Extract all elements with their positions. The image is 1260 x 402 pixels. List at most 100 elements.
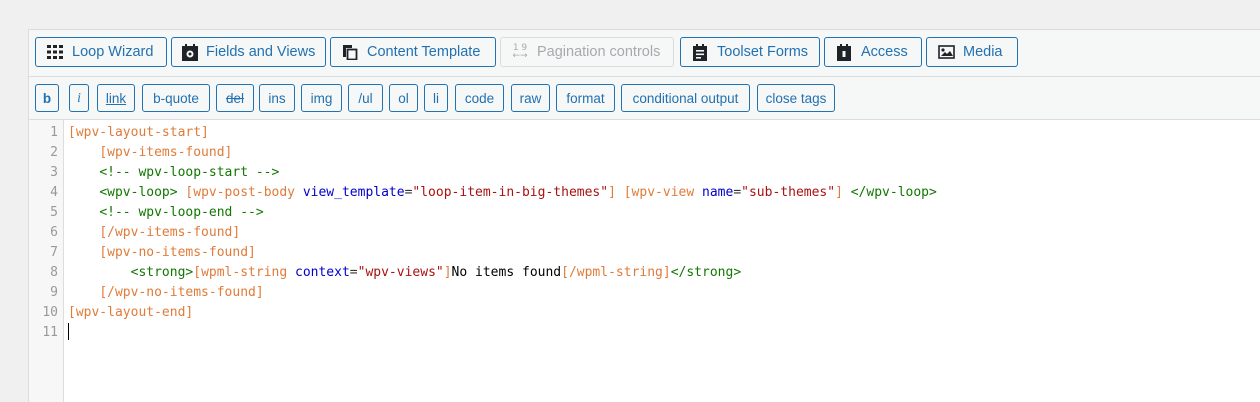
quicktag-code-button[interactable]: code [455, 84, 504, 112]
quicktag-raw-button[interactable]: raw [511, 84, 550, 112]
code-token: ] [608, 185, 616, 200]
toolset-forms-label: Toolset Forms [717, 44, 809, 60]
line-number: 9 [50, 285, 58, 300]
toolset-icon [182, 43, 198, 61]
forms-icon [691, 43, 709, 61]
code-token: <!-- wpv-loop-start --> [99, 165, 280, 180]
line-number: 3 [50, 165, 58, 180]
quicktag-format-button[interactable]: format [556, 84, 615, 112]
code-token: = [349, 265, 358, 280]
quicktags-toolbar: b i link b-quote del ins img /ul ol li c… [29, 77, 1260, 120]
media-label: Media [963, 44, 1003, 60]
code-token: = [733, 185, 742, 200]
code-token: [/wpv-no-items-found] [99, 285, 264, 300]
code-token: "wpv-views" [357, 265, 444, 280]
access-button[interactable]: Access [824, 37, 922, 67]
code-token: </wpv-loop> [850, 185, 937, 200]
page: Loop Wizard Fields and Views Content Tem… [0, 0, 1260, 402]
line-number: 8 [50, 265, 58, 280]
code-line: [wpv-layout-end] [68, 303, 193, 323]
code-token: "sub-themes" [741, 185, 836, 200]
grid-icon [46, 43, 64, 61]
code-token: [wpv-layout-end] [68, 305, 194, 320]
code-token: [wpv-no-items-found] [99, 245, 256, 260]
media-button[interactable]: Media [926, 37, 1018, 67]
lock-icon [835, 43, 853, 61]
line-number: 1 [50, 125, 58, 140]
access-label: Access [861, 44, 908, 60]
copy-icon [341, 43, 359, 61]
quicktag-del-button[interactable]: del [216, 84, 254, 112]
line-number: 7 [50, 245, 58, 260]
code-token: [wpv-layout-start] [68, 125, 209, 140]
code-line: [wpv-items-found] [68, 143, 232, 163]
loop-wizard-button[interactable]: Loop Wizard [35, 37, 167, 67]
code-line: [/wpv-no-items-found] [68, 283, 264, 303]
text-cursor [68, 323, 69, 340]
code-token: </strong> [670, 265, 742, 280]
code-token: [wpv-items-found] [99, 145, 233, 160]
quicktag-close-tags-button[interactable]: close tags [757, 84, 835, 112]
code-editor[interactable]: 1 2 3 4 5 6 7 8 9 10 11 [wpv-layout-start] [wpv-it… [29, 120, 1260, 402]
pagination-controls-button[interactable]: 1 9 ←→ Pagination controls [500, 37, 674, 67]
loop-wizard-label: Loop Wizard [72, 44, 154, 60]
line-number: 10 [42, 305, 58, 320]
code-line: <!-- wpv-loop-end --> [68, 203, 264, 223]
fields-and-views-button[interactable]: Fields and Views [171, 37, 326, 67]
editor-main-toolbar: Loop Wizard Fields and Views Content Tem… [29, 30, 1260, 77]
quicktag-img-button[interactable]: img [301, 84, 342, 112]
quicktag-conditional-output-button[interactable]: conditional output [621, 84, 750, 112]
line-number: 4 [50, 185, 58, 200]
line-number: 6 [50, 225, 58, 240]
quicktag-bquote-button[interactable]: b-quote [142, 84, 210, 112]
line-number: 11 [42, 325, 58, 340]
quicktag-ol-button[interactable]: ol [389, 84, 418, 112]
code-token: <!-- wpv-loop-end --> [99, 205, 264, 220]
code-token: ] [835, 185, 843, 200]
code-token: [wpv-view [623, 185, 695, 200]
code-line: <wpv-loop> [wpv-post-body view_template =… [68, 183, 937, 203]
image-icon [937, 43, 955, 61]
code-token: <wpv-loop> [99, 185, 178, 200]
line-number: 2 [50, 145, 58, 160]
content-template-label: Content Template [367, 44, 481, 60]
code-line: <!-- wpv-loop-start --> [68, 163, 279, 183]
code-token: ] [443, 265, 452, 280]
code-token: name [702, 185, 734, 200]
code-token: context [295, 265, 350, 280]
pagination-controls-label: Pagination controls [537, 44, 661, 60]
fields-and-views-label: Fields and Views [206, 44, 316, 60]
content-template-button[interactable]: Content Template [330, 37, 496, 67]
quicktag-ul-button[interactable]: /ul [348, 84, 383, 112]
code-token: view_template [302, 185, 405, 200]
code-token: [wpv-post-body [185, 185, 295, 200]
quicktag-italic-button[interactable]: i [69, 84, 89, 112]
code-token: [wpml-string [193, 265, 288, 280]
line-number-gutter: 1 2 3 4 5 6 7 8 9 10 11 [29, 120, 64, 402]
quicktag-ins-button[interactable]: ins [259, 84, 295, 112]
quicktag-bold-button[interactable]: b [35, 84, 59, 112]
pagination-icon: 1 9 ←→ [512, 43, 528, 61]
code-line: [wpv-layout-start] [68, 123, 209, 143]
code-token: [/wpv-items-found] [99, 225, 241, 240]
code-token: <strong> [130, 265, 194, 280]
code-token: [/wpml-string] [561, 265, 671, 280]
code-token: "loop-item-in-big-themes" [412, 185, 609, 200]
views-editor: Loop Wizard Fields and Views Content Tem… [28, 29, 1260, 402]
toolset-forms-button[interactable]: Toolset Forms [680, 37, 820, 67]
quicktag-li-button[interactable]: li [424, 84, 448, 112]
code-line: [/wpv-items-found] [68, 223, 240, 243]
quicktag-link-button[interactable]: link [97, 84, 135, 112]
